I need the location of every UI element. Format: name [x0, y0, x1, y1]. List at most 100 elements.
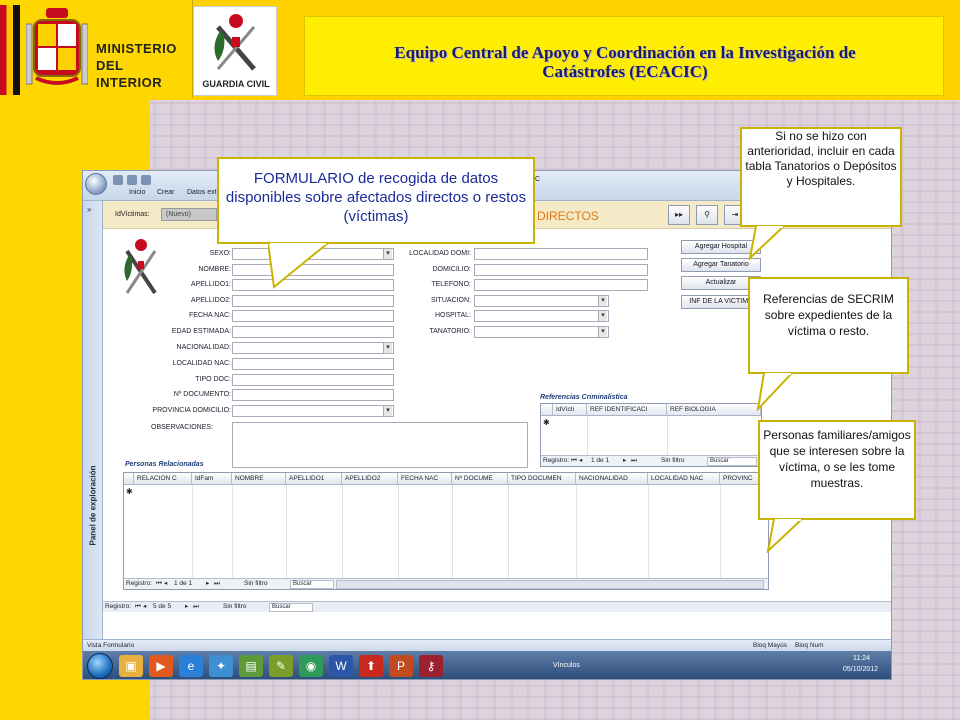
localidad-domi-label: LOCALIDAD DOMI:: [409, 250, 471, 257]
situacion-select[interactable]: [474, 295, 609, 307]
record-position[interactable]: 1 de 1: [591, 456, 609, 466]
idvictimas-field[interactable]: (Nuevo): [161, 208, 217, 221]
domicilio-input[interactable]: [474, 264, 648, 276]
find-button[interactable]: ⚲: [696, 205, 718, 225]
spain-flag-icon: [0, 5, 20, 95]
agregar-tanatorio-button[interactable]: Agregar Tanatorio: [681, 258, 761, 272]
col-ref-identificacion[interactable]: REF IDENTIFICACI: [587, 404, 667, 416]
chrome-icon[interactable]: ◉: [299, 655, 323, 677]
pdf-icon[interactable]: ⬆: [359, 655, 383, 677]
telefono-input[interactable]: [474, 279, 648, 291]
personas-grid[interactable]: RELACION C IdFam NOMBRE APELLIDO1 APELLI…: [123, 472, 769, 590]
record-position[interactable]: 1 de 1: [174, 579, 192, 589]
undo-icon[interactable]: [127, 175, 137, 185]
main-search-input[interactable]: Buscar: [269, 603, 313, 612]
first-record-icon[interactable]: ⏮: [156, 579, 162, 589]
horizontal-scrollbar[interactable]: [336, 580, 764, 589]
personas-search-input[interactable]: Buscar: [290, 580, 334, 589]
col-idfam[interactable]: IdFam: [192, 473, 232, 485]
start-button[interactable]: [87, 653, 113, 679]
nacionalidad-select[interactable]: [232, 342, 394, 354]
tab-crear[interactable]: Crear: [157, 189, 175, 196]
column-divider: [232, 485, 233, 589]
next-record-icon[interactable]: ▸: [206, 579, 209, 589]
col-ref-biologia[interactable]: REF BIOLOGIA: [667, 404, 761, 416]
col-fecha-nac[interactable]: FECHA NAC: [398, 473, 452, 485]
col-idvictima[interactable]: IdVícti: [553, 404, 587, 416]
col-tipo-documento[interactable]: TIPO DOCUMEN: [508, 473, 576, 485]
save-icon[interactable]: [113, 175, 123, 185]
nav-pane-label: Panel de exploración: [88, 465, 98, 546]
observaciones-textarea[interactable]: [232, 422, 528, 468]
messenger-icon[interactable]: ✦: [209, 655, 233, 677]
column-divider: [720, 485, 721, 589]
hospital-select[interactable]: [474, 310, 609, 322]
next-record-icon[interactable]: ▸: [623, 456, 626, 466]
tipo-doc-input[interactable]: [232, 374, 394, 386]
book-icon[interactable]: ▤: [239, 655, 263, 677]
media-player-icon[interactable]: ▶: [149, 655, 173, 677]
prev-record-icon[interactable]: ◂: [143, 602, 146, 612]
callout-tanatorios: Si no se hizo con anterioridad, incluir …: [740, 127, 902, 227]
first-record-icon[interactable]: ⏮: [135, 602, 141, 612]
word-icon[interactable]: W: [329, 655, 353, 677]
col-localidad-nac[interactable]: LOCALIDAD NAC: [648, 473, 720, 485]
column-divider: [648, 485, 649, 589]
internet-explorer-icon[interactable]: e: [179, 655, 203, 677]
explorer-icon[interactable]: ▣: [119, 655, 143, 677]
callout-tanatorios-pointer: [748, 226, 786, 260]
main-record-bar: Registro: ⏮ ◂ 5 de 5 ▸ ⏭ Sin filtro Busc…: [103, 601, 891, 612]
next-record-button[interactable]: ▸▸: [668, 205, 690, 225]
tab-datos-externos[interactable]: Datos exte: [187, 189, 220, 196]
office-button[interactable]: [85, 173, 107, 195]
redo-icon[interactable]: [141, 175, 151, 185]
edad-estimada-label: EDAD ESTIMADA:: [171, 328, 231, 335]
expand-nav-icon[interactable]: »: [87, 205, 91, 214]
provincia-domicilio-select[interactable]: [232, 405, 394, 417]
new-row-icon: ✱: [126, 487, 133, 496]
callout-secrim: Referencias de SECRIM sobre expedientes …: [748, 277, 909, 374]
referencias-grid[interactable]: IdVícti REF IDENTIFICACI REF BIOLOGIA ✱ …: [540, 403, 762, 467]
last-record-icon[interactable]: ⏭: [214, 579, 220, 589]
provincia-domicilio-label: PROVINCIA DOMICILIO:: [152, 407, 231, 414]
sexo-label: SEXO:: [209, 250, 231, 257]
tools-icon[interactable]: ✎: [269, 655, 293, 677]
access-icon[interactable]: ⚷: [419, 655, 443, 677]
localidad-domi-input[interactable]: [474, 248, 648, 260]
clock-time[interactable]: 11:24: [853, 655, 870, 662]
clock-date[interactable]: 05/10/2012: [843, 666, 878, 673]
num-documento-input[interactable]: [232, 389, 394, 401]
first-record-icon[interactable]: ⏮: [571, 456, 577, 466]
filter-indicator[interactable]: Sin filtro: [661, 456, 684, 466]
tab-inicio[interactable]: Inicio: [129, 189, 145, 196]
record-label: Registro:: [543, 457, 570, 464]
referencias-search-input[interactable]: Buscar: [707, 457, 757, 466]
last-record-icon[interactable]: ⏭: [631, 456, 637, 466]
tanatorio-select[interactable]: [474, 326, 609, 338]
col-relacion[interactable]: RELACION C: [134, 473, 192, 485]
filter-indicator[interactable]: Sin filtro: [244, 579, 267, 589]
situacion-label: SITUACION:: [430, 297, 471, 304]
powerpoint-icon[interactable]: P: [389, 655, 413, 677]
col-nombre[interactable]: NOMBRE: [232, 473, 286, 485]
prev-record-icon[interactable]: ◂: [579, 456, 582, 466]
record-position[interactable]: 5 de 5: [153, 602, 171, 612]
navigation-pane[interactable]: » Panel de exploración: [83, 201, 103, 659]
col-apellido2[interactable]: APELLIDO2: [342, 473, 398, 485]
row-selector-header: [124, 473, 134, 485]
next-record-icon[interactable]: ▸: [185, 602, 188, 612]
col-nacionalidad[interactable]: NACIONALIDAD: [576, 473, 648, 485]
column-divider: [342, 485, 343, 589]
view-mode-label: Vista Formulario: [87, 642, 135, 649]
filter-indicator[interactable]: Sin filtro: [223, 602, 246, 612]
prev-record-icon[interactable]: ◂: [164, 579, 167, 589]
col-num-documento[interactable]: Nº DOCUME: [452, 473, 508, 485]
col-apellido1[interactable]: APELLIDO1: [286, 473, 342, 485]
localidad-nac-input[interactable]: [232, 358, 394, 370]
column-divider: [576, 485, 577, 589]
window-title: C: [535, 176, 541, 183]
callout-personas-pointer: [766, 519, 804, 553]
callout-formulario: FORMULARIO de recogida de datos disponib…: [217, 157, 535, 244]
links-toolbar-label[interactable]: Vínculos: [553, 662, 580, 669]
last-record-icon[interactable]: ⏭: [193, 602, 199, 612]
